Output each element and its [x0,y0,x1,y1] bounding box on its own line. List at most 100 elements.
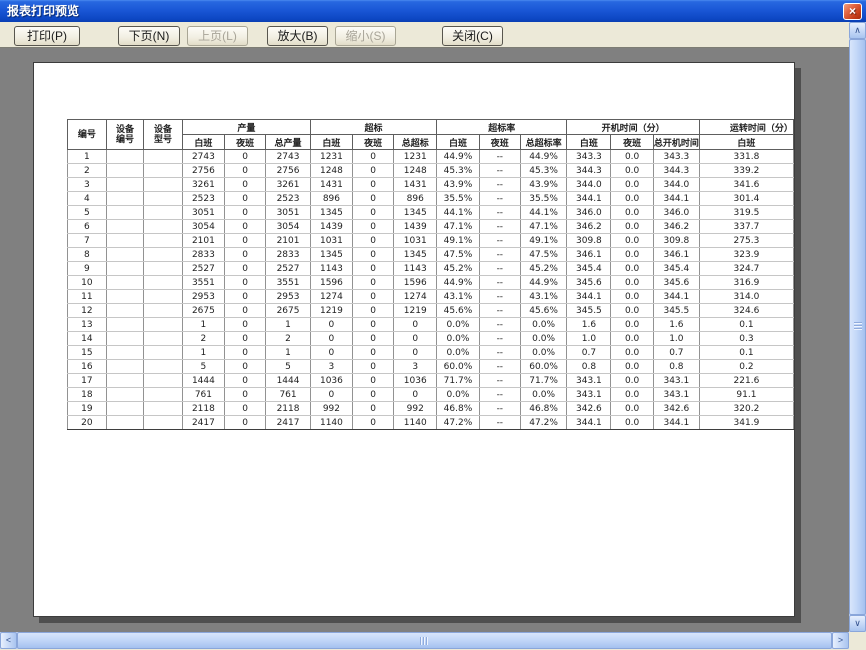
table-row: 530510305113450134544.1%--44.1%346.00.03… [68,206,794,220]
table-cell: 320.2 [699,402,793,416]
table-cell: 8 [68,248,107,262]
table-cell: 11 [68,290,107,304]
column-header: 白班 [437,135,480,150]
table-cell: 0.7 [567,346,611,360]
preview-area: 编号设备 编号设备 型号产量超标超标率开机时间（分）运转时间（分）白班夜班总产量… [0,48,849,632]
table-cell [106,402,144,416]
print-button[interactable]: 打印(P) [14,26,80,46]
table-cell: 19 [68,402,107,416]
table-cell: 1345 [311,248,353,262]
column-header: 白班 [311,135,353,150]
table-cell: 0 [352,192,394,206]
table-cell: 1439 [311,220,353,234]
vertical-scrollbar-thumb[interactable] [849,39,866,615]
table-cell: 0 [225,402,266,416]
scroll-up-icon[interactable]: ∧ [849,22,866,39]
table-cell [144,234,182,248]
table-cell: -- [479,416,520,430]
table-cell: 1 [266,318,311,332]
table-cell: 3051 [182,206,225,220]
table-cell: -- [479,248,520,262]
table-cell: -- [479,318,520,332]
table-cell [144,192,182,206]
table-cell: 2756 [266,164,311,178]
table-cell: 0 [225,234,266,248]
column-header: 总超标率 [520,135,567,150]
scroll-left-icon[interactable]: < [0,632,17,649]
table-cell: 896 [394,192,437,206]
close-button[interactable]: 关闭(C) [442,26,503,46]
table-cell: 44.9% [437,150,480,164]
prev-page-button: 上页(L) [187,26,248,46]
table-cell: 4 [68,192,107,206]
scroll-down-icon[interactable]: ∨ [849,615,866,632]
table-cell: -- [479,150,520,164]
table-cell: 43.1% [520,290,567,304]
table-cell: 43.9% [520,178,567,192]
table-cell: 1143 [394,262,437,276]
table-cell: 0.0 [611,206,653,220]
table-cell: 343.3 [567,150,611,164]
table-cell: 2523 [182,192,225,206]
table-cell: 0.0% [437,346,480,360]
table-cell: 1439 [394,220,437,234]
table-cell: 2743 [266,150,311,164]
table-cell: 1231 [311,150,353,164]
table-cell: 2675 [266,304,311,318]
next-page-button[interactable]: 下页(N) [118,26,180,46]
table-cell: 1345 [394,206,437,220]
table-cell: 0 [225,206,266,220]
column-group-header: 超标 [311,120,437,135]
table-cell: 0 [311,346,353,360]
table-cell: 1274 [311,290,353,304]
table-cell: 2118 [182,402,225,416]
table-cell [106,234,144,248]
vertical-scrollbar[interactable]: ∧ ∨ [849,22,866,632]
table-cell: 1431 [311,178,353,192]
horizontal-scrollbar-thumb[interactable] [17,632,832,649]
zoom-in-button[interactable]: 放大(B) [267,26,328,46]
table-cell: 992 [311,402,353,416]
scrollbar-corner [849,632,866,650]
table-cell: 0.3 [699,332,793,346]
table-cell: -- [479,234,520,248]
table-cell [144,220,182,234]
table-cell: 7 [68,234,107,248]
close-icon[interactable]: × [843,3,862,20]
scroll-right-icon[interactable]: > [832,632,849,649]
table-cell: 1345 [311,206,353,220]
table-cell: 309.8 [567,234,611,248]
table-cell: 2 [68,164,107,178]
table-row: 2024170241711400114047.2%--47.2%344.10.0… [68,416,794,430]
table-cell: 0.0 [611,220,653,234]
table-cell: 0.0% [437,318,480,332]
scrollbar-grip [420,637,429,645]
table-cell: 1231 [394,150,437,164]
table-cell: 45.6% [520,304,567,318]
table-cell: 344.1 [567,416,611,430]
table-cell: 0 [225,388,266,402]
table-cell [106,150,144,164]
table-row: 1714440144410360103671.7%--71.7%343.10.0… [68,374,794,388]
table-cell: 2833 [182,248,225,262]
table-cell: -- [479,276,520,290]
table-row: 131010000.0%--0.0%1.60.01.60.1 [68,318,794,332]
table-cell: 2953 [266,290,311,304]
table-row: 1650530360.0%--60.0%0.80.00.80.2 [68,360,794,374]
table-cell: 346.1 [567,248,611,262]
table-cell [106,346,144,360]
table-cell: 2417 [266,416,311,430]
horizontal-scrollbar[interactable]: < > [0,632,849,649]
table-cell: 344.3 [567,164,611,178]
table-cell [106,192,144,206]
table-cell: 3551 [266,276,311,290]
table-cell [106,178,144,192]
table-cell: 761 [182,388,225,402]
table-cell: 1 [182,318,225,332]
table-cell: 0 [225,416,266,430]
table-cell: 761 [266,388,311,402]
table-cell [106,276,144,290]
table-cell [106,206,144,220]
table-cell: 0 [352,164,394,178]
table-cell: 2101 [266,234,311,248]
